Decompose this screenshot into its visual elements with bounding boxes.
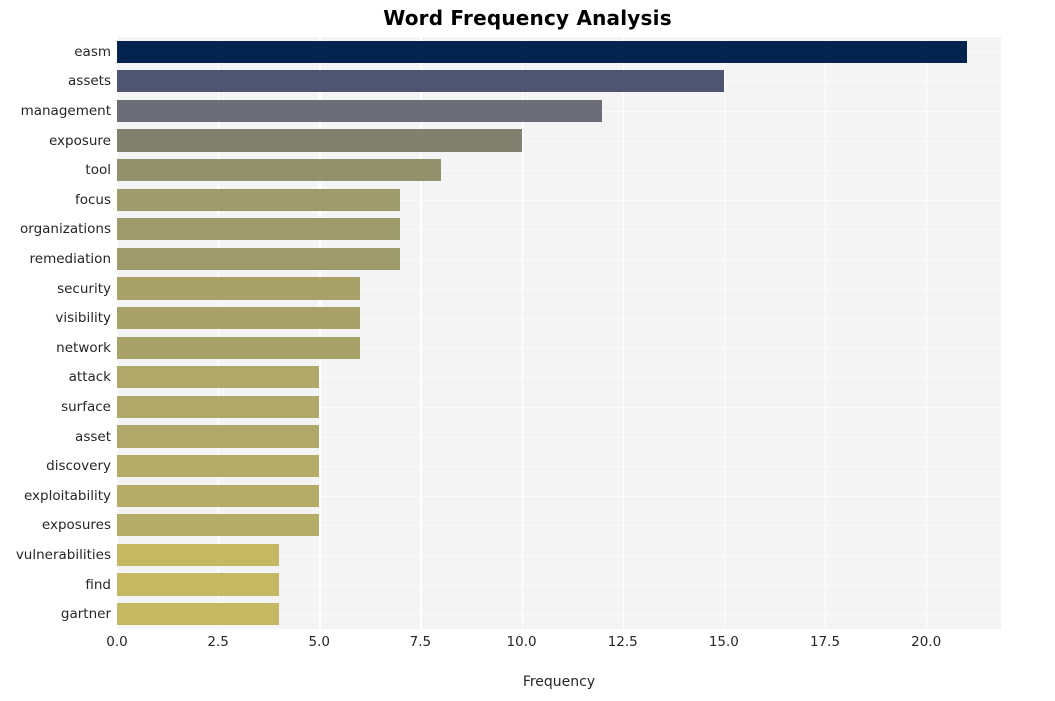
y-tick-label: easm — [74, 43, 111, 60]
bar — [117, 307, 360, 330]
x-tick-label: 10.0 — [506, 634, 537, 650]
bar — [117, 455, 320, 478]
bar — [117, 543, 279, 567]
bar-row — [117, 511, 1001, 541]
bar-row — [117, 540, 1001, 570]
bar-row — [117, 422, 1001, 452]
bar — [117, 573, 279, 596]
y-tick-label: visibility — [55, 310, 111, 327]
bar-row — [117, 215, 1001, 245]
x-tick-label: 0.0 — [106, 634, 128, 650]
bar — [117, 336, 360, 359]
y-tick-label: gartner — [60, 606, 111, 623]
bar — [117, 129, 522, 152]
bar-row — [117, 96, 1001, 126]
bar — [117, 425, 320, 448]
x-tick-label: 7.5 — [409, 634, 432, 650]
bar-row — [117, 274, 1001, 304]
y-tick-label: attack — [68, 369, 111, 386]
x-axis-label: Frequency — [522, 674, 596, 690]
bars-container — [117, 37, 1001, 629]
y-tick-label: management — [20, 103, 111, 119]
x-axis-tick-labels: 0.0 2.5 5.0 7.5 10.0 12.5 15.0 17.5 20.0 — [0, 634, 1055, 658]
bar-row — [117, 599, 1001, 629]
y-tick-label: security — [57, 280, 111, 297]
bar-row — [117, 363, 1001, 393]
chart-figure: Word Frequency Analysis easm assets manage… — [0, 0, 1055, 701]
bar-row — [117, 303, 1001, 333]
bar — [117, 99, 603, 123]
y-axis-tick-labels: easm assets management exposure tool focus org… — [0, 37, 111, 629]
bar-row — [117, 67, 1001, 97]
bar — [117, 603, 279, 626]
bar-row — [117, 244, 1001, 274]
chart-title: Word Frequency Analysis — [383, 6, 672, 30]
bar — [117, 277, 360, 300]
y-tick-label: exposures — [41, 517, 111, 534]
bar — [117, 514, 320, 537]
y-tick-label: tool — [85, 162, 111, 179]
bar-row — [117, 126, 1001, 156]
y-tick-label: organizations — [20, 221, 111, 238]
y-tick-label: asset — [75, 428, 111, 445]
bar-row — [117, 155, 1001, 185]
bar — [117, 218, 401, 241]
bar-row — [117, 451, 1001, 481]
y-tick-label: exposure — [48, 132, 111, 149]
y-tick-label: assets — [68, 73, 111, 90]
bar — [117, 159, 441, 182]
y-tick-label: focus — [74, 191, 111, 208]
plot-area — [117, 37, 1001, 629]
x-tick-label: 12.5 — [607, 634, 638, 650]
bar — [117, 188, 401, 211]
x-tick-label: 20.0 — [911, 634, 942, 650]
y-tick-label: surface — [61, 399, 111, 415]
bar — [117, 366, 320, 389]
y-tick-label: network — [56, 339, 111, 356]
y-tick-label: remediation — [29, 251, 111, 267]
bar — [117, 395, 320, 419]
bar-row — [117, 333, 1001, 363]
bar — [117, 70, 724, 93]
x-tick-label: 17.5 — [809, 634, 841, 650]
y-tick-label: discovery — [46, 458, 111, 475]
x-tick-label: 15.0 — [708, 634, 739, 650]
bar-row — [117, 185, 1001, 215]
bar-row — [117, 37, 1001, 67]
bar — [117, 247, 401, 271]
bar — [117, 484, 320, 507]
y-tick-label: exploitability — [23, 487, 111, 504]
x-tick-label: 2.5 — [207, 634, 229, 650]
bar-row — [117, 481, 1001, 511]
bar-row — [117, 392, 1001, 422]
x-tick-label: 5.0 — [308, 634, 331, 650]
bar-row — [117, 570, 1001, 600]
y-tick-label: find — [85, 576, 111, 593]
y-tick-label: vulnerabilities — [15, 547, 111, 563]
bar — [117, 40, 967, 63]
